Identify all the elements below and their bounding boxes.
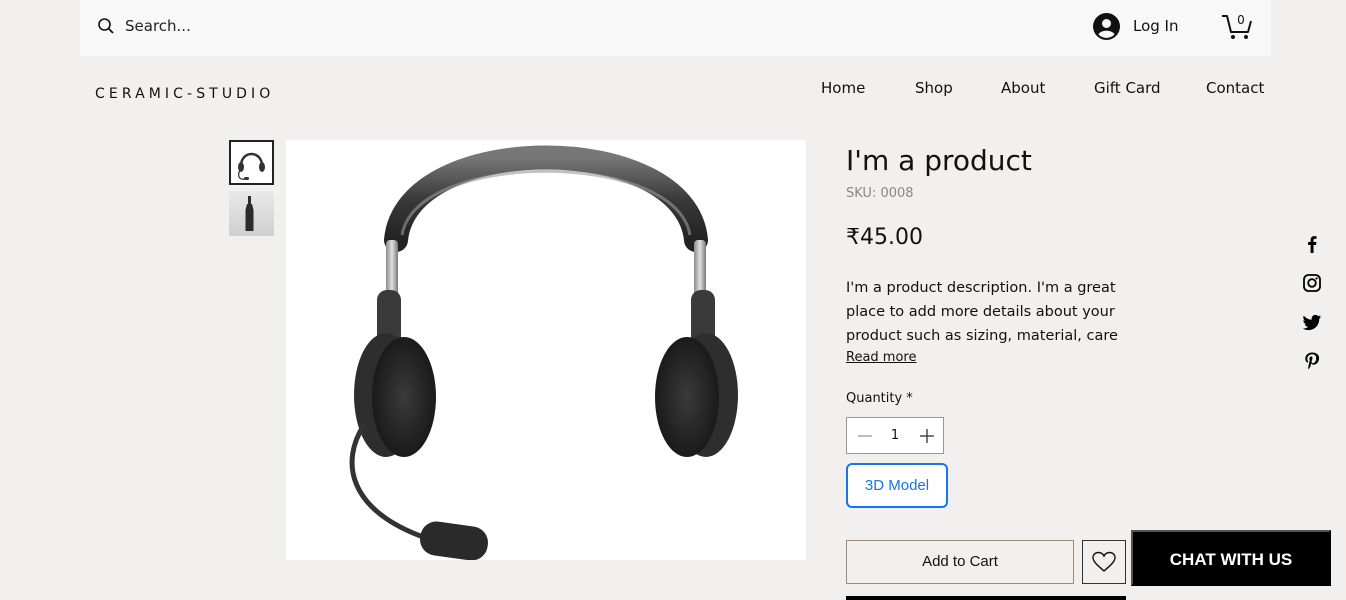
- product-description: I'm a product description. I'm a great p…: [846, 280, 1118, 344]
- product-title: I'm a product: [846, 144, 1032, 177]
- quantity-stepper: 1: [846, 417, 944, 454]
- brand-logo[interactable]: CERAMIC-STUDIO: [95, 86, 274, 102]
- instagram-icon[interactable]: [1302, 273, 1322, 293]
- buy-now-button[interactable]: [846, 596, 1126, 600]
- heart-icon: [1092, 551, 1116, 572]
- product-image[interactable]: [286, 140, 806, 560]
- nav-about[interactable]: About: [1001, 79, 1045, 97]
- nav-gift-card[interactable]: Gift Card: [1094, 79, 1161, 97]
- wishlist-button[interactable]: [1082, 540, 1126, 584]
- quantity-label: Quantity *: [846, 391, 913, 406]
- chat-with-us-button[interactable]: CHAT WITH US: [1131, 530, 1331, 586]
- nav-shop[interactable]: Shop: [915, 79, 953, 97]
- facebook-icon[interactable]: [1302, 234, 1322, 254]
- user-avatar-icon[interactable]: [1093, 13, 1120, 40]
- search-icon[interactable]: [97, 17, 115, 35]
- plus-icon[interactable]: [917, 426, 937, 446]
- quantity-value[interactable]: 1: [885, 428, 905, 443]
- cart-count: 0: [1237, 13, 1245, 27]
- nav-home[interactable]: Home: [821, 79, 865, 97]
- search-input[interactable]: Search...: [125, 17, 191, 35]
- product-price: ₹45.00: [846, 225, 923, 250]
- read-more-link[interactable]: Read more: [846, 350, 916, 365]
- nav-contact[interactable]: Contact: [1206, 79, 1264, 97]
- twitter-icon[interactable]: [1302, 312, 1322, 332]
- pinterest-icon[interactable]: [1302, 351, 1322, 371]
- bottle-thumbnail[interactable]: [229, 191, 274, 236]
- 3d-model-button[interactable]: 3D Model: [846, 463, 948, 508]
- top-bar: Search... Log In 0: [80, 0, 1271, 56]
- minus-icon[interactable]: [855, 426, 875, 446]
- login-link[interactable]: Log In: [1133, 17, 1179, 35]
- add-to-cart-button[interactable]: Add to Cart: [846, 540, 1074, 584]
- product-sku: SKU: 0008: [846, 186, 914, 201]
- headset-thumbnail[interactable]: [229, 140, 274, 185]
